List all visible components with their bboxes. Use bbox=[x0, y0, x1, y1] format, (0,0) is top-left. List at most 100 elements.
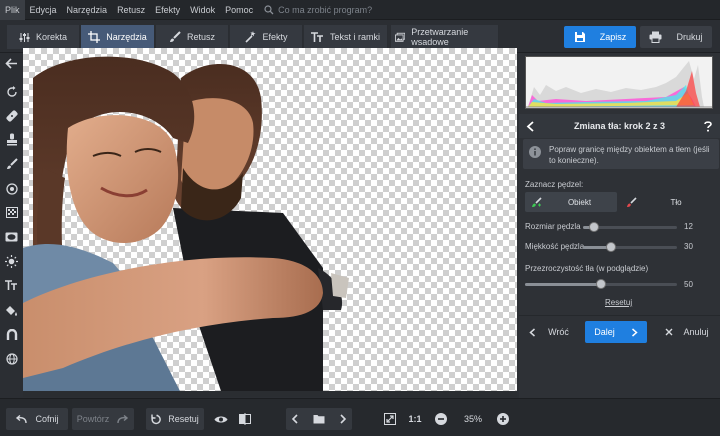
slider-handle[interactable] bbox=[589, 222, 600, 232]
back-arrow-icon[interactable] bbox=[4, 56, 19, 71]
reset-label: Resetuj bbox=[168, 414, 199, 424]
brush-size-slider[interactable] bbox=[583, 222, 677, 232]
info-text: Popraw granicę między obiektem a tłem (j… bbox=[549, 145, 710, 165]
step-header: Zmiana tła: krok 2 z 3 bbox=[519, 114, 720, 138]
photo-canvas[interactable] bbox=[23, 48, 517, 397]
left-toolbar bbox=[0, 53, 23, 398]
tab-retusz[interactable]: Retusz bbox=[156, 25, 229, 49]
redo-icon bbox=[117, 414, 129, 423]
search-placeholder: Co ma zrobić program? bbox=[278, 4, 373, 15]
cancel-label: Anuluj bbox=[683, 327, 709, 337]
zoom-level: 35% bbox=[463, 414, 482, 424]
zoom-out-button[interactable] bbox=[432, 408, 450, 430]
help-icon[interactable] bbox=[704, 120, 712, 132]
menu-bar: Plik Edycja Narzędzia Retusz Efekty Wido… bbox=[0, 0, 720, 20]
print-button[interactable]: Drukuj bbox=[640, 26, 712, 48]
tab-korekta[interactable]: Korekta bbox=[7, 25, 80, 49]
object-brush-button[interactable]: Obiekt bbox=[525, 192, 617, 212]
green-brush-icon bbox=[532, 196, 542, 207]
file-nav-group bbox=[286, 408, 352, 430]
selective-color-icon[interactable] bbox=[4, 181, 19, 196]
brush-size-label: Rozmiar pędzla bbox=[525, 222, 581, 231]
tab-label: Retusz bbox=[186, 32, 215, 42]
redo-button[interactable]: Powtórz bbox=[72, 408, 134, 430]
preview-eye-button[interactable] bbox=[210, 408, 232, 430]
chevron-left-icon bbox=[529, 327, 536, 337]
divider bbox=[519, 315, 720, 316]
reset-link[interactable]: Resetuj bbox=[605, 298, 632, 307]
menu-file[interactable]: Plik bbox=[0, 0, 25, 20]
tab-narzedzia[interactable]: Narzędzia bbox=[81, 25, 155, 49]
object-label: Obiekt bbox=[567, 197, 592, 207]
tab-label: Efekty bbox=[262, 32, 288, 42]
redo-label: Powtórz bbox=[76, 414, 110, 424]
gradient-filter-icon[interactable] bbox=[4, 205, 19, 220]
menu-tools[interactable]: Narzędzia bbox=[62, 0, 113, 20]
rotate-icon[interactable] bbox=[4, 84, 19, 99]
brush-icon bbox=[169, 31, 181, 42]
background-label: Tło bbox=[670, 197, 682, 207]
prev-file-icon[interactable] bbox=[291, 414, 299, 424]
undo-label: Cofnij bbox=[35, 414, 59, 424]
minus-icon bbox=[435, 413, 447, 425]
tab-label: Przetwarzanie wsadowe bbox=[411, 27, 469, 47]
next-file-icon[interactable] bbox=[339, 414, 347, 424]
brush-softness-slider[interactable] bbox=[583, 242, 677, 252]
cutout-photo bbox=[23, 56, 517, 397]
menu-help[interactable]: Pomoc bbox=[220, 0, 258, 20]
next-button[interactable]: Dalej bbox=[585, 321, 647, 343]
vignette-icon[interactable] bbox=[4, 229, 19, 244]
print-label: Drukuj bbox=[676, 32, 703, 42]
chevron-right-icon bbox=[631, 327, 638, 337]
zoom-in-button[interactable] bbox=[494, 408, 512, 430]
menu-retouch[interactable]: Retusz bbox=[112, 0, 150, 20]
bg-transparency-value: 50 bbox=[684, 280, 693, 289]
magnet-icon[interactable] bbox=[4, 327, 19, 342]
actual-size-button[interactable]: 1:1 bbox=[404, 408, 426, 430]
compare-icon bbox=[239, 413, 251, 425]
paint-bucket-icon[interactable] bbox=[4, 303, 19, 318]
tab-efekty[interactable]: Efekty bbox=[230, 25, 303, 49]
menu-view[interactable]: Widok bbox=[185, 0, 220, 20]
search-input[interactable]: Co ma zrobić program? bbox=[264, 2, 372, 18]
tab-tekst-i-ramki[interactable]: Tekst i ramki bbox=[304, 25, 388, 49]
brush-tool-icon[interactable] bbox=[4, 156, 19, 171]
light-icon[interactable] bbox=[4, 254, 19, 269]
bg-transparency-slider[interactable] bbox=[525, 279, 677, 289]
tab-przetwarzanie-wsadowe[interactable]: Przetwarzanie wsadowe bbox=[391, 25, 499, 49]
red-brush-icon bbox=[627, 196, 637, 207]
back-button[interactable]: Wróć bbox=[523, 321, 575, 343]
crop-icon bbox=[88, 31, 101, 43]
reset-button[interactable]: Resetuj bbox=[146, 408, 204, 430]
folder-icon[interactable] bbox=[313, 414, 325, 424]
healing-patch-icon[interactable] bbox=[4, 108, 19, 123]
text-icon bbox=[310, 31, 323, 42]
brush-size-value: 12 bbox=[684, 222, 693, 231]
slider-handle[interactable] bbox=[606, 242, 617, 252]
clone-stamp-icon[interactable] bbox=[4, 132, 19, 147]
close-icon bbox=[665, 328, 673, 336]
plus-icon bbox=[497, 413, 509, 425]
chevron-left-icon[interactable] bbox=[526, 120, 535, 132]
cancel-button[interactable]: Anuluj bbox=[659, 321, 715, 343]
background-brush-button[interactable]: Tło bbox=[623, 192, 715, 212]
slider-fill bbox=[525, 283, 601, 286]
globe-icon[interactable] bbox=[4, 351, 19, 366]
fit-screen-button[interactable] bbox=[380, 408, 400, 430]
brush-softness-label: Miękkość pędzla bbox=[525, 242, 585, 251]
slider-handle[interactable] bbox=[596, 279, 606, 289]
floppy-disk-icon bbox=[574, 32, 585, 42]
next-label: Dalej bbox=[594, 327, 615, 337]
undo-button[interactable]: Cofnij bbox=[6, 408, 68, 430]
images-icon bbox=[395, 32, 406, 42]
text-tool-icon[interactable] bbox=[4, 278, 19, 293]
compare-button[interactable] bbox=[234, 408, 256, 430]
search-icon bbox=[264, 4, 274, 14]
info-box: Popraw granicę między obiektem a tłem (j… bbox=[523, 139, 719, 169]
undo-icon bbox=[16, 414, 28, 423]
menu-effects[interactable]: Efekty bbox=[150, 0, 185, 20]
save-button[interactable]: Zapisz bbox=[564, 26, 636, 48]
sliders-icon bbox=[19, 32, 30, 42]
bottom-bar: Cofnij Powtórz Resetuj 1:1 35% bbox=[0, 398, 720, 436]
menu-edit[interactable]: Edycja bbox=[25, 0, 62, 20]
